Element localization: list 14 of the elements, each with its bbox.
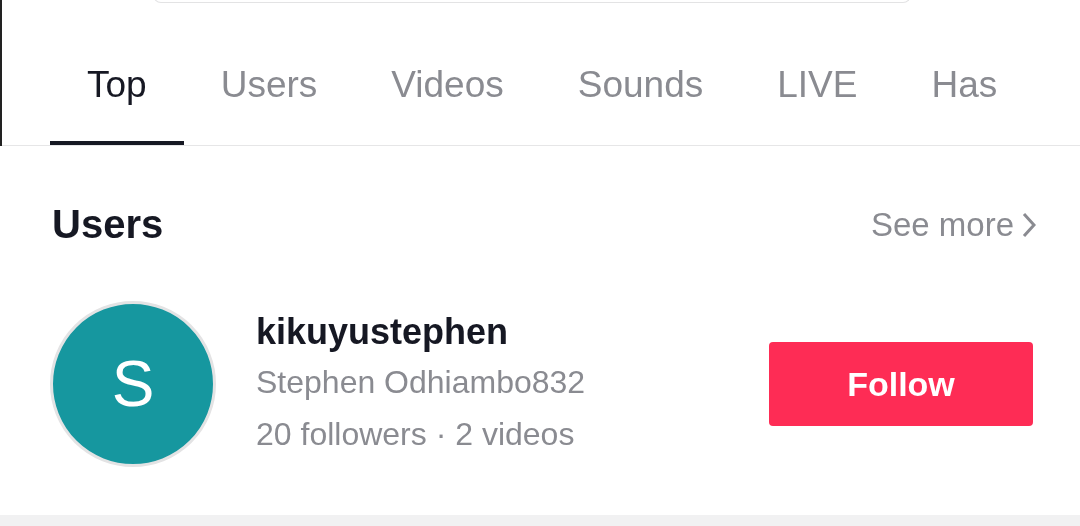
- tab[interactable]: Users: [183, 63, 355, 145]
- tab[interactable]: Videos: [354, 63, 541, 145]
- follow-button[interactable]: Follow: [769, 342, 1033, 426]
- avatar[interactable]: S: [50, 301, 216, 467]
- tab[interactable]: LIVE: [740, 63, 895, 145]
- see-more-link[interactable]: See more: [870, 205, 1036, 244]
- chevron-right-icon: [1022, 211, 1036, 238]
- tab[interactable]: Has: [894, 63, 1035, 145]
- user-stats: 20 followers · 2 videos: [256, 415, 576, 454]
- tab[interactable]: Top: [50, 63, 184, 145]
- section-title: Users: [52, 202, 164, 247]
- display-name: Stephen Odhiambo832: [256, 363, 587, 402]
- tab[interactable]: Sounds: [540, 63, 741, 145]
- username: kikuyustephen: [256, 310, 510, 354]
